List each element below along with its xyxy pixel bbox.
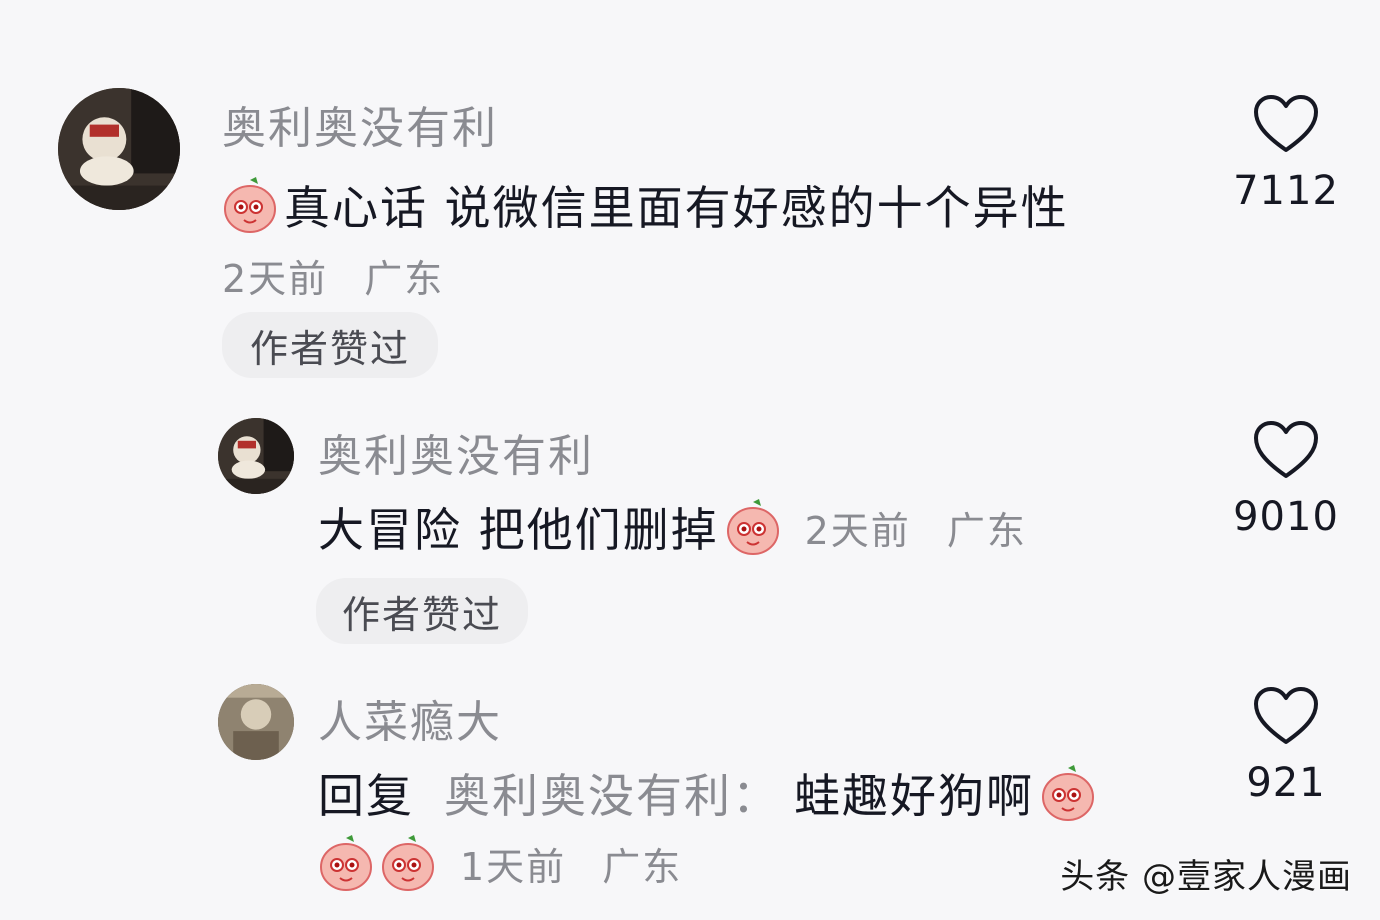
like-button[interactable]: 921 — [1226, 686, 1346, 806]
author-liked-badge: 作者赞过 — [316, 578, 528, 644]
comment-meta: 2天前 广东 — [222, 248, 444, 303]
comment-username[interactable]: 奥利奥没有利 — [222, 92, 498, 156]
comment-text: 大冒险 把他们删掉 2天前 广东 — [318, 494, 1027, 560]
avatar[interactable] — [218, 684, 294, 760]
comment-location: 广东 — [364, 257, 445, 301]
comment-text-body: 大冒险 把他们删掉 — [318, 503, 719, 557]
like-button[interactable]: 9010 — [1226, 420, 1346, 540]
comment-text: 回复 奥利奥没有利： 蛙趣好狗啊 — [318, 760, 1096, 826]
avatar[interactable] — [218, 418, 294, 494]
peach-face-emoji-icon — [380, 834, 436, 892]
peach-face-emoji-icon — [318, 834, 374, 892]
comment-time: 2天前 — [804, 508, 911, 553]
watermark: 头条 @壹家人漫画 — [1060, 857, 1352, 897]
author-liked-badge: 作者赞过 — [222, 312, 438, 378]
like-button[interactable]: 7112 — [1226, 94, 1346, 214]
like-count: 7112 — [1233, 168, 1339, 214]
peach-face-emoji-icon — [1040, 764, 1096, 822]
comment-location: 广东 — [602, 844, 683, 889]
reply-target-username[interactable]: 奥利奥没有利： — [444, 760, 780, 826]
peach-face-emoji-icon — [222, 176, 278, 234]
comment-text: 真心话 说微信里面有好感的十个异性 — [222, 172, 1069, 238]
avatar[interactable] — [58, 88, 180, 210]
reply-label: 回复 — [318, 769, 414, 823]
comment-username[interactable]: 人菜瘾大 — [318, 686, 502, 750]
peach-face-emoji-icon — [725, 498, 781, 556]
heart-outline-icon[interactable] — [1253, 686, 1319, 746]
comment-meta: 1天前 广东 — [460, 836, 682, 891]
comment-location: 广东 — [946, 508, 1027, 553]
heart-outline-icon[interactable] — [1253, 94, 1319, 154]
comment-text-body: 蛙趣好狗啊 — [794, 769, 1034, 823]
comment-time: 1天前 — [460, 844, 567, 889]
comment-meta-row: 1天前 广东 — [318, 834, 682, 892]
like-count: 921 — [1246, 760, 1326, 806]
comment-text-body: 真心话 说微信里面有好感的十个异性 — [284, 181, 1069, 235]
heart-outline-icon[interactable] — [1253, 420, 1319, 480]
comment-meta: 2天前 广东 — [805, 500, 1027, 555]
like-count: 9010 — [1233, 494, 1339, 540]
comment-time: 2天前 — [222, 257, 329, 301]
comment-username[interactable]: 奥利奥没有利 — [318, 420, 594, 484]
